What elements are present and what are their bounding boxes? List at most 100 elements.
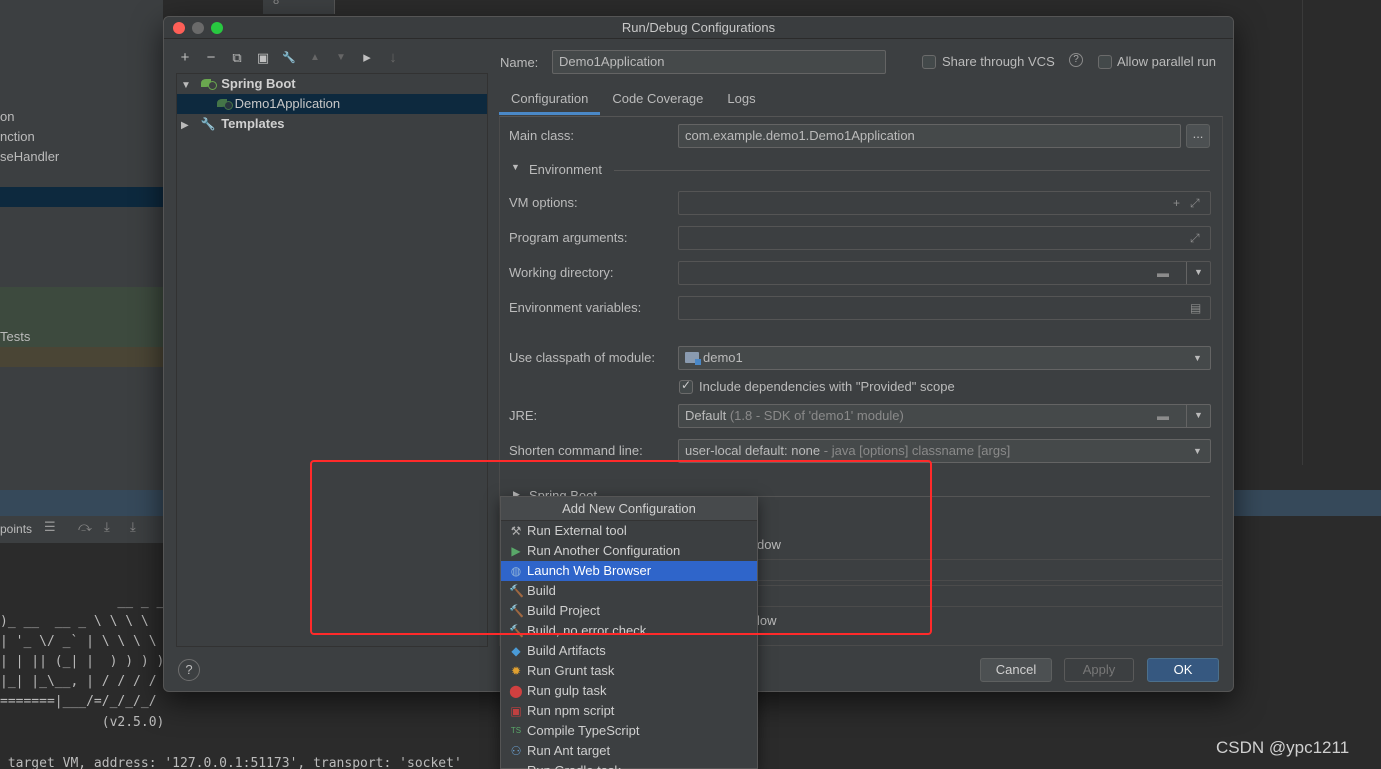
plus-icon[interactable]: + — [1173, 192, 1180, 214]
console-line: target VM, address: '127.0.0.1:51173', t… — [0, 756, 462, 769]
environment-divider — [614, 170, 1210, 171]
classpath-select[interactable]: demo1 ▼ — [678, 346, 1211, 370]
folder-icon[interactable]: ▬ — [1157, 405, 1169, 427]
expand-icon[interactable]: ⤢ — [1190, 227, 1200, 249]
close-window-button[interactable] — [173, 22, 185, 34]
remove-config-button[interactable]: − — [202, 49, 220, 67]
editor-tab-stub[interactable]: 8 — [263, 0, 335, 14]
expand-icon[interactable]: ⤢ — [1190, 192, 1200, 214]
popup-item-icon: ◐ — [509, 764, 523, 769]
classpath-value: demo1 — [703, 350, 743, 365]
debug-label[interactable]: points — [0, 522, 32, 536]
sort-icon[interactable]: ↓ — [384, 49, 402, 67]
console-line: =======|___/=/_/_/_/ — [0, 694, 157, 709]
console-line: | | || (_| | ) ) ) ) — [0, 654, 165, 669]
folder-icon[interactable]: ▬ — [1157, 262, 1169, 284]
help-circle-icon[interactable]: ? — [1069, 53, 1083, 67]
environment-expand-icon[interactable]: ▼ — [511, 162, 520, 172]
popup-item-label: Run gulp task — [527, 683, 607, 698]
env-vars-label: Environment variables: — [509, 300, 642, 315]
vm-options-input[interactable]: + ⤢ — [678, 191, 1211, 215]
console-line: (v2.5.0) — [0, 715, 165, 730]
env-vars-input[interactable]: ▤ — [678, 296, 1211, 320]
chevron-down-icon[interactable]: ▼ — [1193, 347, 1202, 369]
allow-parallel-checkbox[interactable] — [1098, 55, 1112, 69]
editor-tab-stub-text: 8 — [273, 0, 280, 7]
main-class-label: Main class: — [509, 128, 575, 143]
project-item[interactable]: nction — [0, 129, 35, 144]
expand-arrow-icon[interactable]: ▼ — [181, 76, 191, 96]
vm-options-label: VM options: — [509, 195, 578, 210]
popup-item[interactable]: TS Compile TypeScript — [501, 721, 757, 741]
step-out-icon[interactable]: ⤓ — [130, 519, 136, 535]
ok-button[interactable]: OK — [1147, 658, 1219, 682]
chevron-down-icon[interactable]: ▼ — [1186, 262, 1210, 284]
name-input[interactable]: Demo1Application — [552, 50, 886, 74]
cancel-button[interactable]: Cancel — [980, 658, 1052, 682]
chevron-down-icon[interactable]: ▼ — [1193, 440, 1202, 462]
collapse-arrow-icon[interactable]: ▶ — [181, 116, 191, 136]
jre-label: JRE: — [509, 408, 538, 423]
menu-icon[interactable]: ☰ — [44, 519, 56, 535]
zoom-window-button[interactable] — [211, 22, 223, 34]
popup-item-icon: ⬤ — [509, 684, 523, 698]
shorten-value: user-local default: none — [685, 443, 821, 458]
tree-item-spring-boot[interactable]: ▼ Spring Boot — [177, 74, 487, 94]
config-toolbar: + − ⧉ ▣ 🔧 ▲ ▼ ▸ ↓ — [176, 47, 402, 69]
apply-button[interactable]: Apply — [1064, 658, 1134, 682]
popup-item-label: Run npm script — [527, 703, 615, 718]
tab-logs[interactable]: Logs — [715, 85, 767, 115]
browse-main-class-button[interactable]: ... — [1186, 124, 1210, 148]
minimize-window-button[interactable] — [192, 22, 204, 34]
working-dir-input[interactable]: ▬ ▼ — [678, 261, 1211, 285]
project-item[interactable]: on — [0, 109, 14, 124]
main-class-input[interactable]: com.example.demo1.Demo1Application — [678, 124, 1181, 148]
popup-item-label: Run Ant target — [527, 743, 611, 758]
jre-select[interactable]: Default (1.8 - SDK of 'demo1' module) ▬ … — [678, 404, 1211, 428]
editor-tab-strip: 8 — [163, 0, 1233, 16]
config-tabs: Configuration Code Coverage Logs — [499, 85, 768, 115]
add-config-button[interactable]: + — [176, 49, 194, 67]
save-config-icon[interactable]: ▣ — [254, 49, 272, 67]
include-deps-checkbox[interactable] — [679, 378, 693, 394]
popup-item[interactable]: ◆ Build Artifacts — [501, 641, 757, 661]
tab-code-coverage[interactable]: Code Coverage — [600, 85, 715, 115]
name-label: Name: — [500, 55, 539, 70]
popup-item-icon: ✹ — [510, 664, 522, 678]
popup-item-icon: TS — [510, 726, 522, 735]
popup-item[interactable]: ✹ Run Grunt task — [501, 661, 757, 681]
popup-item[interactable]: ▣ Run npm script — [501, 701, 757, 721]
tab-configuration[interactable]: Configuration — [499, 85, 601, 115]
move-down-icon[interactable]: ▼ — [332, 49, 350, 67]
console-line: __ _ _ — [0, 594, 165, 609]
document-icon[interactable]: ▤ — [1190, 297, 1201, 319]
console-line: | '_ \/ _` | \ \ \ \ — [0, 634, 157, 649]
project-item[interactable]: seHandler — [0, 149, 59, 164]
program-args-input[interactable]: ⤢ — [678, 226, 1211, 250]
step-into-icon[interactable]: ⤓ — [104, 519, 110, 535]
project-selection-band — [0, 187, 163, 207]
tree-item-demo1application[interactable]: Demo1Application — [177, 94, 487, 114]
popup-item-label: Run Gradle task — [527, 763, 621, 769]
environment-section-title[interactable]: Environment — [529, 162, 602, 177]
spring-boot-icon — [200, 77, 217, 90]
chevron-down-icon[interactable]: ▼ — [1186, 405, 1210, 427]
move-up-icon[interactable]: ▲ — [306, 49, 324, 67]
popup-item[interactable]: ⬤ Run gulp task — [501, 681, 757, 701]
share-vcs-label: Share through VCS — [942, 54, 1055, 69]
step-over-icon[interactable]: ⤼ — [78, 519, 92, 535]
help-button[interactable]: ? — [178, 659, 200, 681]
popup-item[interactable]: ⚇ Run Ant target — [501, 741, 757, 761]
annotation-highlight-box — [310, 460, 932, 635]
popup-item[interactable]: ◐ Run Gradle task — [501, 761, 757, 769]
project-item[interactable]: Tests — [0, 329, 30, 344]
new-folder-icon[interactable]: ▸ — [358, 49, 376, 67]
jre-value: Default — [685, 408, 727, 423]
spring-boot-app-icon — [217, 97, 233, 110]
copy-config-icon[interactable]: ⧉ — [228, 49, 246, 67]
tree-item-templates[interactable]: ▶ 🔧 Templates — [177, 114, 487, 134]
project-highlight-orange — [0, 347, 163, 367]
share-vcs-checkbox[interactable] — [922, 55, 936, 69]
editor-right-area — [1233, 0, 1381, 465]
wrench-icon[interactable]: 🔧 — [280, 49, 298, 67]
